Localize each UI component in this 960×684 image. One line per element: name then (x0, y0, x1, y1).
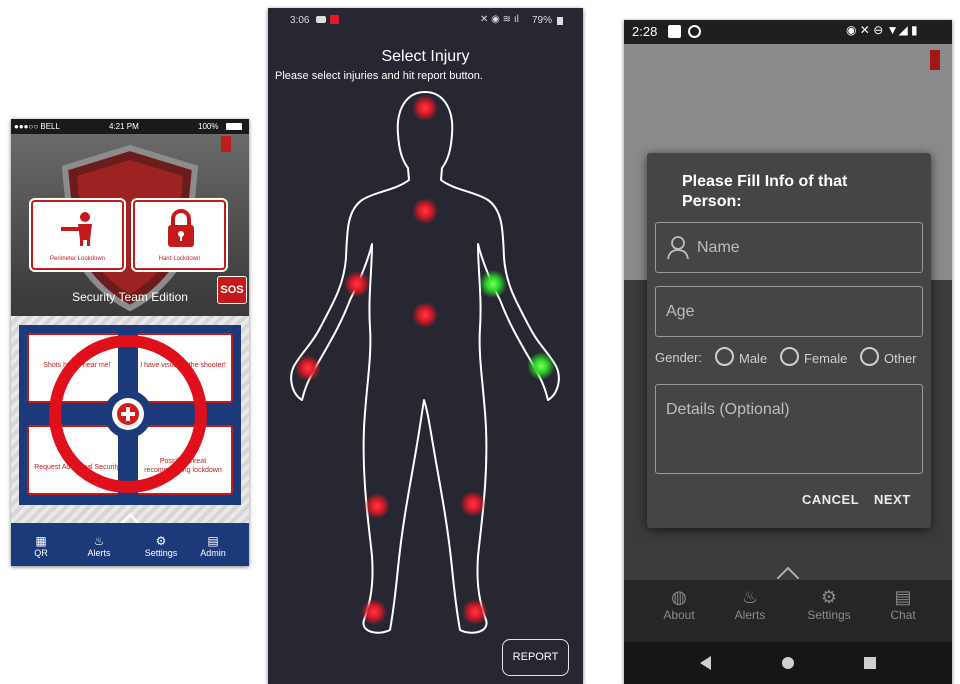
back-icon[interactable] (700, 656, 711, 670)
gender-option-label: Female (804, 351, 848, 366)
home-icon[interactable] (782, 657, 794, 669)
nav-label: Chat (890, 608, 916, 622)
injury-point-left-knee[interactable] (460, 491, 486, 517)
phone-person-info: 2:28 ◉ ✕ ⊖ ▼◢ ▮ Please Fill Info of that… (624, 20, 952, 684)
guard-barrier-icon (61, 212, 92, 246)
nav-label: Alerts (87, 548, 111, 558)
body-outline (290, 91, 560, 634)
nav-label: Admin (200, 548, 226, 558)
nav-item-alerts[interactable]: ♨ Alerts (79, 534, 119, 558)
report-button[interactable]: REPORT (502, 639, 569, 676)
sos-button[interactable]: SOS (217, 276, 247, 304)
sync-icon (688, 25, 701, 38)
dialog-title: Please Fill Info of that Person: (682, 173, 848, 210)
injury-point-left-hand[interactable] (527, 352, 555, 380)
cancel-button[interactable]: CANCEL (802, 492, 859, 507)
prohibition-overlay-icon (43, 329, 213, 499)
card-label: Perimeter Lookdown (49, 256, 106, 262)
injury-point-chest[interactable] (412, 198, 438, 224)
name-placeholder: Name (697, 239, 740, 256)
flag-icon (930, 50, 940, 70)
phone-security-home: ●●●○○ BELL 4:21 PM 100% Perimeter Lookdo… (11, 119, 249, 566)
nav-item-qr[interactable]: ▦ QR (21, 534, 61, 558)
hard-lockdown-button[interactable]: Hard Lockdown (133, 200, 226, 270)
injury-point-abdomen[interactable] (412, 302, 438, 328)
nav-item-alerts[interactable]: ♨ Alerts (720, 586, 780, 622)
person-icon (667, 236, 689, 260)
age-placeholder: Age (666, 303, 695, 320)
nav-item-admin[interactable]: ▤ Admin (193, 534, 233, 558)
gender-option-label: Male (739, 351, 768, 366)
gender-label: Gender: (655, 350, 702, 365)
nav-item-settings[interactable]: ⚙ Settings (141, 534, 181, 558)
chat-icon: ▤ (894, 587, 912, 607)
battery-label: 100% (198, 122, 219, 131)
nav-label: About (663, 608, 695, 622)
nav-item-settings[interactable]: ⚙ Settings (799, 586, 859, 622)
details-textarea[interactable]: Details (Optional) (655, 384, 923, 474)
battery-icon (226, 123, 242, 130)
injury-point-head[interactable] (412, 95, 438, 121)
perimeter-lockdown-button[interactable]: Perimeter Lookdown (31, 200, 124, 270)
gender-radio-female[interactable] (780, 347, 799, 366)
status-bar: 2:28 ◉ ✕ ⊖ ▼◢ ▮ (624, 20, 952, 44)
carrier-label: ●●●○○ BELL (14, 122, 60, 131)
edition-label: Security Team Edition (72, 290, 188, 304)
alerts-icon: ♨ (741, 587, 759, 607)
gender-radio-male[interactable] (715, 347, 734, 366)
alerts-icon: ♨ (93, 534, 105, 548)
globe-icon: ◍ (671, 587, 687, 607)
next-button[interactable]: NEXT (874, 492, 911, 507)
qr-icon: ▦ (35, 534, 47, 548)
bottom-nav: ◍ About ♨ Alerts ⚙ Settings ▤ Chat (624, 580, 952, 642)
nav-label: QR (34, 548, 48, 558)
injury-point-right-foot[interactable] (361, 599, 387, 625)
injury-point-right-knee[interactable] (364, 493, 390, 519)
system-nav-bar (624, 642, 952, 684)
flag-icon (221, 136, 231, 152)
admin-icon: ▤ (207, 534, 219, 548)
settings-icon: ⚙ (820, 587, 838, 607)
status-icons: ◉ ✕ ⊖ ▼◢ ▮ (846, 23, 918, 37)
gender-radio-other[interactable] (860, 347, 879, 366)
age-input[interactable]: Age (655, 286, 923, 337)
details-placeholder: Details (Optional) (666, 401, 790, 418)
status-bar: ●●●○○ BELL 4:21 PM 100% (11, 119, 249, 134)
nav-item-chat[interactable]: ▤ Chat (873, 586, 933, 622)
padlock-icon (168, 209, 194, 247)
notification-square-icon (668, 25, 681, 38)
nav-item-about[interactable]: ◍ About (649, 586, 709, 622)
injury-point-left-upper-arm[interactable] (479, 270, 507, 298)
injury-point-right-upper-arm[interactable] (344, 271, 370, 297)
injury-point-left-foot[interactable] (462, 599, 488, 625)
gender-option-label: Other (884, 351, 917, 366)
injury-point-right-hand[interactable] (295, 355, 321, 381)
bottom-nav: ▦ QR ♨ Alerts ⚙ Settings ▤ Admin (11, 523, 249, 566)
phone-select-injury: 3:06 ✕ ◉ ≋ ıl 79% Select Injury Please s… (268, 8, 583, 684)
nav-label: Settings (807, 608, 851, 622)
status-time: 4:21 PM (109, 122, 139, 131)
nav-label: Settings (144, 548, 178, 558)
recents-icon[interactable] (864, 657, 876, 669)
card-label: Hard Lockdown (158, 256, 201, 262)
status-time: 2:28 (632, 24, 658, 39)
nav-label: Alerts (734, 608, 766, 622)
name-input[interactable]: Name (655, 222, 923, 273)
settings-icon: ⚙ (155, 534, 167, 548)
